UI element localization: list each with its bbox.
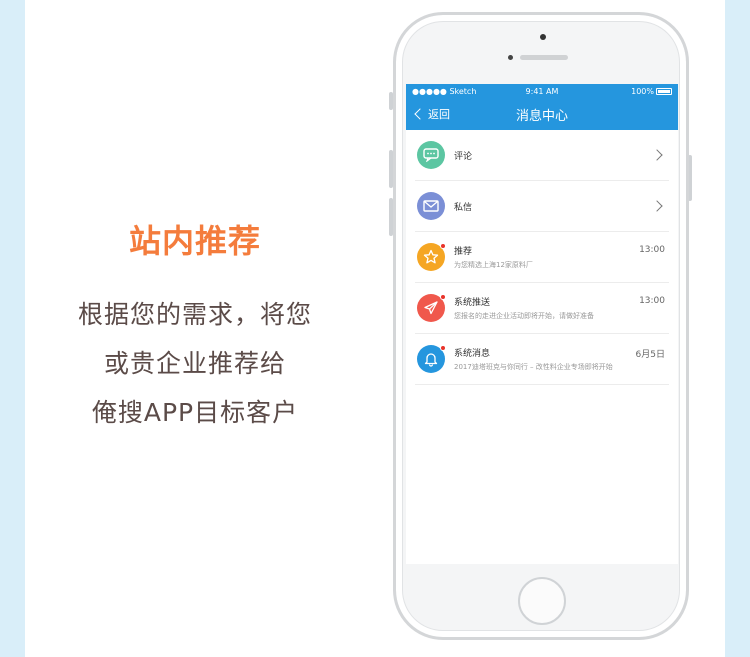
unread-dot	[440, 243, 446, 249]
sensor-icon	[508, 55, 513, 60]
list-item-system-push[interactable]: 系统推送 您报名的走进企业活动即将开始，请做好准备 13:00	[415, 283, 669, 334]
row-body: 评论	[454, 149, 653, 162]
message-time: 13:00	[639, 245, 665, 255]
mail-icon	[417, 192, 445, 220]
status-time: 9:41 AM	[525, 86, 559, 96]
message-preview: 2017迪塔班克与你同行 – 改性料企业专场即将开始	[454, 363, 613, 371]
phone-screen: ●●●●● Sketch 9:41 AM 100% 返回 消息中心 评论 私信 …	[406, 84, 678, 564]
list-item-system-message[interactable]: 系统消息 2017迪塔班克与你同行 – 改性料企业专场即将开始 6月5日	[415, 334, 669, 385]
row-body: 推荐 为您精选上海12家原料厂	[454, 244, 669, 270]
message-preview: 为您精选上海12家原料厂	[454, 261, 533, 269]
star-icon	[417, 243, 446, 271]
status-bar: ●●●●● Sketch 9:41 AM 100%	[406, 84, 678, 98]
message-title: 推荐	[454, 247, 473, 257]
bell-icon	[417, 345, 446, 373]
promo-description: 根据您的需求，将您 或贵企业推荐给 俺搜APP目标客户	[55, 290, 335, 437]
promo-line-3: 俺搜APP目标客户	[91, 398, 299, 427]
list-item-recommendation[interactable]: 推荐 为您精选上海12家原料厂 13:00	[415, 232, 669, 283]
back-label: 返回	[428, 108, 450, 121]
unread-dot	[440, 345, 446, 351]
list-item-comments[interactable]: 评论	[415, 130, 669, 181]
nav-bar: 返回 消息中心	[406, 98, 678, 130]
message-time: 6月5日	[635, 350, 665, 360]
back-button[interactable]: 返回	[406, 106, 450, 122]
camera-icon	[540, 34, 546, 40]
chevron-right-icon	[651, 149, 663, 161]
home-button[interactable]	[518, 577, 566, 625]
promo-line-1: 根据您的需求，将您	[77, 300, 312, 329]
message-list: 评论 私信 推荐 为您精选上海12家原料厂 13:00 系统推送 您报名的走进企…	[406, 130, 678, 385]
message-title: 私信	[454, 202, 473, 213]
promo-headline: 站内推荐	[128, 222, 261, 260]
row-body: 私信	[454, 200, 653, 213]
message-title: 系统推送	[454, 298, 491, 308]
chevron-right-icon	[651, 200, 663, 212]
promo-line-2: 或贵企业推荐给	[103, 349, 286, 378]
list-item-private-messages[interactable]: 私信	[415, 181, 669, 232]
message-time: 13:00	[639, 296, 665, 306]
chevron-left-icon	[414, 108, 426, 120]
message-title: 评论	[454, 151, 473, 162]
speaker-grille	[520, 55, 568, 60]
comment-icon	[417, 141, 445, 169]
row-body: 系统推送 您报名的走进企业活动即将开始，请做好准备	[454, 295, 669, 321]
battery-icon	[656, 87, 672, 95]
unread-dot	[440, 294, 446, 300]
paper-plane-icon	[417, 294, 446, 322]
message-preview: 您报名的走进企业活动即将开始，请做好准备	[454, 312, 594, 320]
